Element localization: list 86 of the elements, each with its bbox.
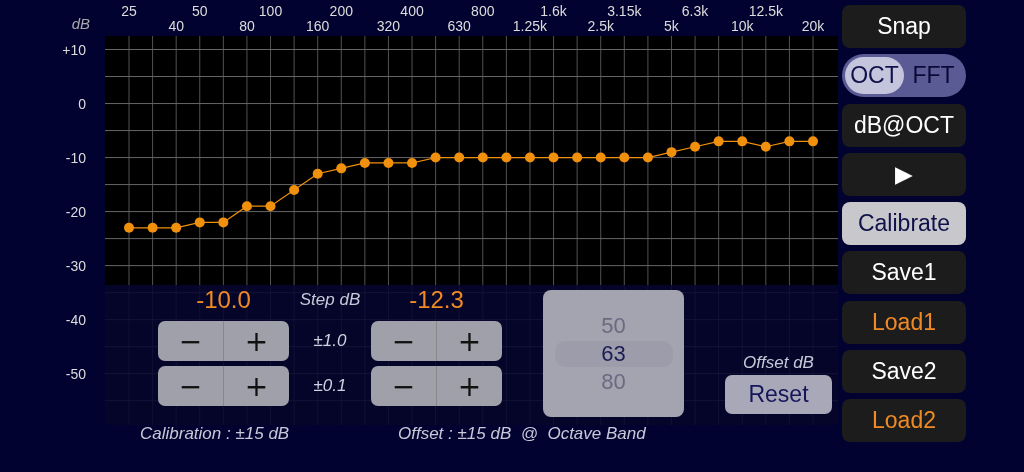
- axis-tick-label: 5k: [664, 18, 679, 34]
- axis-tick-label: 50: [191, 3, 208, 19]
- plus-button[interactable]: +: [224, 366, 289, 406]
- axis-tick-label: +10: [62, 41, 86, 58]
- data-point[interactable]: [407, 157, 418, 168]
- minus-button[interactable]: −: [158, 366, 224, 406]
- plus-button[interactable]: +: [224, 321, 289, 361]
- data-point[interactable]: [194, 217, 205, 228]
- data-point[interactable]: [713, 136, 724, 147]
- axis-tick-label: 320: [376, 18, 401, 34]
- axis-tick-label: 25: [121, 3, 137, 19]
- data-point[interactable]: [808, 136, 818, 147]
- data-point[interactable]: [595, 152, 606, 163]
- sidebar-button[interactable]: Save1: [842, 251, 966, 295]
- band-picker[interactable]: 50 63 80: [543, 290, 684, 417]
- data-point[interactable]: [383, 157, 394, 168]
- offset-label: Offset dB: [743, 353, 814, 373]
- axis-tick-label: 160: [306, 18, 330, 34]
- data-point[interactable]: [477, 152, 488, 163]
- data-point[interactable]: [265, 201, 276, 212]
- axis-tick-label: 80: [239, 18, 255, 34]
- axis-tick-label: 2.5k: [587, 18, 614, 34]
- data-point[interactable]: [124, 222, 134, 233]
- sidebar-button[interactable]: Snap: [842, 5, 966, 48]
- axis-tick-label: 40: [168, 18, 184, 34]
- axis-tick-label: 6.3k: [681, 3, 709, 19]
- sidebar-button[interactable]: Load1: [842, 300, 966, 344]
- data-point[interactable]: [524, 152, 535, 163]
- data-point[interactable]: [760, 141, 771, 152]
- sidebar-button[interactable]: dB@OCT: [842, 103, 966, 147]
- axis-tick-label: 12.5k: [748, 3, 783, 19]
- minus-button[interactable]: −: [371, 366, 437, 406]
- axis-tick-label: 400: [400, 3, 424, 19]
- offset-value: -12.3: [409, 286, 464, 315]
- axis-tick-label: 10k: [730, 18, 754, 34]
- reset-button[interactable]: Reset: [725, 375, 832, 414]
- axis-tick-label: 20k: [801, 18, 825, 34]
- axis-tick-label: -40: [65, 311, 86, 328]
- sidebar-button[interactable]: Load2: [842, 399, 966, 443]
- plus-button[interactable]: +: [437, 366, 502, 406]
- step-label: Step dB: [299, 289, 361, 311]
- axis-tick-label: -30: [65, 257, 86, 274]
- data-point[interactable]: [147, 222, 158, 233]
- data-point[interactable]: [619, 152, 630, 163]
- axis-tick-label: 1.25k: [512, 18, 548, 34]
- data-point[interactable]: [784, 136, 795, 147]
- data-point[interactable]: [289, 185, 300, 195]
- data-point[interactable]: [241, 201, 252, 212]
- step-size-label: ±0.1: [313, 375, 347, 397]
- axis-tick-label: -50: [65, 365, 86, 382]
- data-point[interactable]: [336, 163, 347, 174]
- data-point[interactable]: [218, 217, 229, 228]
- data-point[interactable]: [454, 152, 465, 163]
- data-point[interactable]: [501, 152, 512, 163]
- sidebar-button[interactable]: Calibrate: [842, 202, 966, 246]
- data-point[interactable]: [666, 147, 677, 158]
- calibration-value: -10.0: [196, 286, 251, 315]
- data-point[interactable]: [548, 152, 559, 163]
- data-point[interactable]: [312, 168, 323, 179]
- data-point[interactable]: [737, 136, 748, 147]
- calibration-caption: Calibration : ±15 dB: [140, 424, 291, 444]
- data-point[interactable]: [690, 141, 701, 152]
- offset-caption: Offset : ±15 dB @ Octave Band: [398, 424, 647, 444]
- toggle-option[interactable]: OCT: [845, 57, 904, 95]
- data-point[interactable]: [359, 157, 370, 168]
- axis-tick-label: 3.15k: [607, 3, 642, 19]
- axis-tick-label: 100: [258, 3, 283, 19]
- data-point[interactable]: [171, 222, 182, 233]
- minus-button[interactable]: −: [371, 321, 437, 361]
- data-point[interactable]: [642, 152, 653, 163]
- axis-tick-label: -10: [65, 149, 86, 166]
- axis-tick-label: -20: [65, 203, 86, 220]
- minus-button[interactable]: −: [158, 321, 224, 361]
- axis-tick-label: 800: [471, 3, 495, 19]
- plus-button[interactable]: +: [437, 321, 502, 361]
- data-point[interactable]: [430, 152, 441, 163]
- sidebar-button[interactable]: Save2: [842, 350, 966, 394]
- data-point[interactable]: [572, 152, 583, 163]
- axis-tick-label: 200: [329, 3, 353, 19]
- sidebar-button[interactable]: ▶: [842, 152, 966, 196]
- step-size-label: ±1.0: [313, 330, 347, 352]
- axis-tick-label: 1.6k: [540, 3, 567, 19]
- picker-option[interactable]: 63: [554, 340, 673, 367]
- axis-label: dB: [71, 15, 90, 32]
- axis-tick-label: 0: [78, 95, 86, 112]
- axis-tick-label: 630: [447, 18, 471, 34]
